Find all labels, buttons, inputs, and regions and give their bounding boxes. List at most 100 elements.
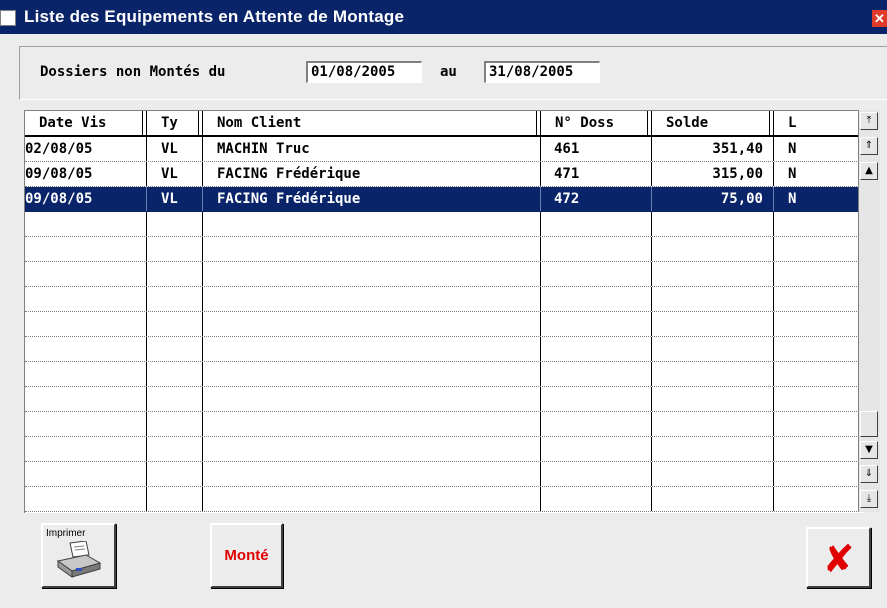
cell-date <box>25 312 147 336</box>
window-close-button[interactable]: ✕ <box>872 10 887 27</box>
cell-client <box>203 337 541 361</box>
cell-l <box>774 487 863 511</box>
cell-client: MACHIN Truc <box>203 137 541 161</box>
cell-doss <box>541 412 652 436</box>
cell-solde <box>652 387 774 411</box>
cell-client <box>203 412 541 436</box>
cell-l <box>774 287 863 311</box>
cell-client <box>203 312 541 336</box>
column-header-type[interactable]: Ty <box>147 111 203 135</box>
table-row[interactable]: 09/08/05 VL FACING Frédérique 471 315,00 N <box>25 162 863 187</box>
cell-type <box>147 212 203 236</box>
filter-label: Dossiers non Montés du <box>40 64 226 80</box>
close-button[interactable]: ✘ <box>806 527 871 588</box>
cell-l <box>774 362 863 386</box>
cell-l <box>774 237 863 261</box>
table-row[interactable] <box>25 362 863 387</box>
cell-l <box>774 437 863 461</box>
cell-type <box>147 387 203 411</box>
cell-doss <box>541 462 652 486</box>
cell-client: FACING Frédérique <box>203 187 541 211</box>
equipment-grid[interactable]: Date Vis Ty Nom Client N° Doss Solde L 0… <box>24 110 863 513</box>
table-row[interactable] <box>25 387 863 412</box>
table-row[interactable] <box>25 312 863 337</box>
cell-type: VL <box>147 137 203 161</box>
table-row[interactable] <box>25 212 863 237</box>
cell-doss <box>541 487 652 511</box>
date-to-field[interactable]: 31/08/2005 <box>484 61 600 83</box>
column-header-l[interactable]: L <box>774 111 863 135</box>
scroll-top-icon[interactable]: ⤒ <box>860 112 878 130</box>
window-menu-icon[interactable] <box>0 10 16 26</box>
cell-client <box>203 362 541 386</box>
cell-l: N <box>774 187 863 211</box>
table-row[interactable]: 02/08/05 VL MACHIN Truc 461 351,40 N <box>25 137 863 162</box>
cell-doss <box>541 237 652 261</box>
column-header-doss[interactable]: N° Doss <box>541 111 652 135</box>
monte-button[interactable]: Monté <box>210 523 283 588</box>
cell-date: 09/08/05 <box>25 187 147 211</box>
cell-date <box>25 387 147 411</box>
filter-between-label: au <box>440 64 457 80</box>
cell-l <box>774 262 863 286</box>
title-bar: Liste des Equipements en Attente de Mont… <box>0 0 887 34</box>
cell-solde <box>652 437 774 461</box>
cell-date: 02/08/05 <box>25 137 147 161</box>
cell-client <box>203 287 541 311</box>
column-header-solde[interactable]: Solde <box>652 111 774 135</box>
cell-date <box>25 212 147 236</box>
cell-date <box>25 337 147 361</box>
scroll-up-icon[interactable]: ▲ <box>860 162 878 180</box>
cell-type <box>147 337 203 361</box>
column-header-date[interactable]: Date Vis <box>25 111 147 135</box>
grid-scrollbar[interactable]: ⤒ ⇑ ▲ ▼ ⇓ ⤓ <box>858 110 880 512</box>
cell-doss <box>541 437 652 461</box>
cell-solde <box>652 237 774 261</box>
cell-date <box>25 362 147 386</box>
table-row[interactable]: 09/08/05 VL FACING Frédérique 472 75,00 N <box>25 187 863 212</box>
table-row[interactable] <box>25 462 863 487</box>
cell-client <box>203 462 541 486</box>
cell-doss <box>541 262 652 286</box>
cell-solde <box>652 462 774 486</box>
scroll-down-icon[interactable]: ▼ <box>860 441 878 459</box>
cell-type <box>147 437 203 461</box>
cell-doss <box>541 287 652 311</box>
close-icon: ✘ <box>822 537 855 581</box>
cell-solde: 315,00 <box>652 162 774 186</box>
cell-type <box>147 362 203 386</box>
cell-l: N <box>774 137 863 161</box>
cell-client <box>203 262 541 286</box>
cell-client: FACING Frédérique <box>203 162 541 186</box>
cell-date <box>25 262 147 286</box>
table-row[interactable] <box>25 487 863 512</box>
cell-type <box>147 487 203 511</box>
cell-client <box>203 437 541 461</box>
column-header-client[interactable]: Nom Client <box>203 111 541 135</box>
date-from-field[interactable]: 01/08/2005 <box>306 61 422 83</box>
grid-body: 02/08/05 VL MACHIN Truc 461 351,40 N 09/08/05 V… <box>25 137 863 512</box>
scroll-page-up-icon[interactable]: ⇑ <box>860 137 878 155</box>
cell-doss <box>541 337 652 361</box>
cell-solde <box>652 262 774 286</box>
print-button[interactable]: Imprimer <box>41 523 116 588</box>
table-row[interactable] <box>25 437 863 462</box>
cell-doss <box>541 362 652 386</box>
cell-solde <box>652 337 774 361</box>
table-row[interactable] <box>25 412 863 437</box>
scroll-bottom-icon[interactable]: ⤓ <box>860 490 878 508</box>
cell-type: VL <box>147 162 203 186</box>
cell-date <box>25 437 147 461</box>
cell-client <box>203 387 541 411</box>
scroll-thumb[interactable] <box>860 411 878 437</box>
table-row[interactable] <box>25 287 863 312</box>
cell-l: N <box>774 162 863 186</box>
table-row[interactable] <box>25 262 863 287</box>
cell-l <box>774 212 863 236</box>
scroll-page-down-icon[interactable]: ⇓ <box>860 465 878 483</box>
cell-l <box>774 462 863 486</box>
table-row[interactable] <box>25 237 863 262</box>
table-row[interactable] <box>25 337 863 362</box>
cell-date <box>25 412 147 436</box>
window-title: Liste des Equipements en Attente de Mont… <box>24 7 405 26</box>
